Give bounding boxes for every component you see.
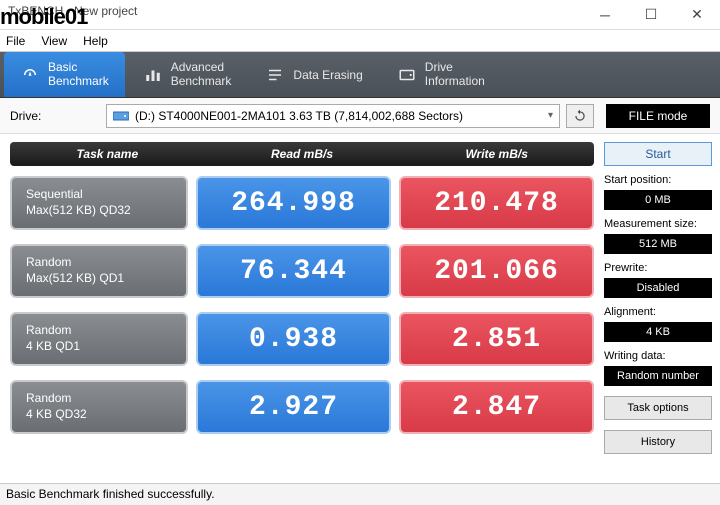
result-row: Random4 KB QD32 2.927 2.847 [10, 380, 594, 434]
title-bar: TxBENCH - New project ─ ☐ ✕ [0, 0, 720, 30]
measurement-size-value[interactable]: 512 MB [604, 234, 712, 254]
task-options-button[interactable]: Task options [604, 396, 712, 420]
read-value: 76.344 [196, 244, 391, 298]
tab-bar: BasicBenchmark AdvancedBenchmark Data Er… [0, 52, 720, 98]
maximize-button[interactable]: ☐ [628, 0, 674, 30]
tab-advanced-benchmark[interactable]: AdvancedBenchmark [127, 52, 248, 97]
drive-label: Drive: [10, 109, 100, 123]
window-title: TxBENCH - New project [8, 4, 137, 18]
start-button[interactable]: Start [604, 142, 712, 166]
result-row: RandomMax(512 KB) QD1 76.344 201.066 [10, 244, 594, 298]
refresh-icon [573, 109, 587, 123]
menu-file[interactable]: File [6, 34, 25, 48]
bars-icon [143, 65, 163, 85]
menu-bar: File View Help [0, 30, 720, 52]
menu-help[interactable]: Help [83, 34, 108, 48]
header-read: Read mB/s [205, 147, 400, 161]
read-value: 0.938 [196, 312, 391, 366]
menu-view[interactable]: View [41, 34, 67, 48]
minimize-button[interactable]: ─ [582, 0, 628, 30]
erase-icon [265, 65, 285, 85]
task-name: Random4 KB QD1 [10, 312, 188, 366]
alignment-label: Alignment: [604, 306, 712, 318]
results-area: Task name Read mB/s Write mB/s Sequentia… [0, 134, 604, 492]
write-value: 2.847 [399, 380, 594, 434]
writing-data-label: Writing data: [604, 350, 712, 362]
start-position-value[interactable]: 0 MB [604, 190, 712, 210]
drive-info-icon [397, 65, 417, 85]
header-write: Write mB/s [399, 147, 594, 161]
chevron-down-icon: ▾ [548, 110, 553, 121]
alignment-value[interactable]: 4 KB [604, 322, 712, 342]
drive-text: (D:) ST4000NE001-2MA101 3.63 TB (7,814,0… [135, 109, 463, 123]
result-row: SequentialMax(512 KB) QD32 264.998 210.4… [10, 176, 594, 230]
write-value: 2.851 [399, 312, 594, 366]
file-mode-button[interactable]: FILE mode [606, 104, 710, 128]
write-value: 201.066 [399, 244, 594, 298]
tab-data-erasing[interactable]: Data Erasing [249, 52, 378, 97]
write-value: 210.478 [399, 176, 594, 230]
drive-select[interactable]: (D:) ST4000NE001-2MA101 3.63 TB (7,814,0… [106, 104, 560, 128]
prewrite-value[interactable]: Disabled [604, 278, 712, 298]
writing-data-value[interactable]: Random number [604, 366, 712, 386]
header-task: Task name [10, 147, 205, 161]
task-name: Random4 KB QD32 [10, 380, 188, 434]
status-bar: Basic Benchmark finished successfully. [0, 483, 720, 505]
history-button[interactable]: History [604, 430, 712, 454]
tab-drive-information[interactable]: DriveInformation [381, 52, 501, 97]
hdd-icon [113, 110, 129, 122]
gauge-icon [20, 65, 40, 85]
start-position-label: Start position: [604, 174, 712, 186]
task-name: RandomMax(512 KB) QD1 [10, 244, 188, 298]
drive-row: Drive: (D:) ST4000NE001-2MA101 3.63 TB (… [0, 98, 720, 134]
task-name: SequentialMax(512 KB) QD32 [10, 176, 188, 230]
read-value: 264.998 [196, 176, 391, 230]
results-header: Task name Read mB/s Write mB/s [10, 142, 594, 166]
prewrite-label: Prewrite: [604, 262, 712, 274]
close-button[interactable]: ✕ [674, 0, 720, 30]
measurement-size-label: Measurement size: [604, 218, 712, 230]
read-value: 2.927 [196, 380, 391, 434]
tab-basic-benchmark[interactable]: BasicBenchmark [4, 52, 125, 97]
result-row: Random4 KB QD1 0.938 2.851 [10, 312, 594, 366]
side-panel: Start Start position: 0 MB Measurement s… [604, 134, 720, 492]
refresh-button[interactable] [566, 104, 594, 128]
